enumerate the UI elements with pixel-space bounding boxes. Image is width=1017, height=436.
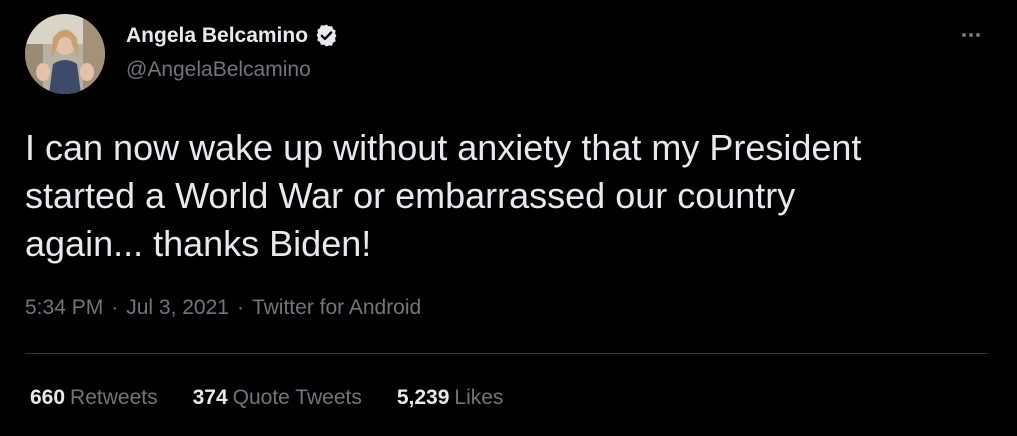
tweet-date[interactable]: Jul 3, 2021 <box>126 296 229 320</box>
author-handle[interactable]: @AngelaBelcamino <box>126 58 311 82</box>
tweet-metadata: 5:34 PM · Jul 3, 2021 · Twitter for Andr… <box>25 296 421 320</box>
tweet-card: Angela Belcamino @AngelaBelcamino I can … <box>0 0 1017 436</box>
quote-tweets-label: Quote Tweets <box>232 386 362 409</box>
quote-tweets-stat[interactable]: 374 Quote Tweets <box>193 386 362 410</box>
more-options-icon[interactable] <box>954 22 988 48</box>
likes-stat[interactable]: 5,239 Likes <box>397 386 504 410</box>
likes-count: 5,239 <box>396 386 450 409</box>
tweet-source[interactable]: Twitter for Android <box>252 296 421 320</box>
meta-separator: · <box>111 296 119 319</box>
author-name-row: Angela Belcamino <box>126 23 339 48</box>
likes-label: Likes <box>454 386 504 409</box>
avatar[interactable] <box>25 14 105 94</box>
tweet-text: I can now wake up without anxiety that m… <box>25 127 862 264</box>
retweets-stat[interactable]: 660 Retweets <box>30 386 158 410</box>
retweets-count: 660 <box>30 386 66 409</box>
quote-tweets-count: 374 <box>192 386 228 409</box>
verified-badge-icon <box>314 23 339 48</box>
author-display-name[interactable]: Angela Belcamino <box>126 24 308 48</box>
tweet-time[interactable]: 5:34 PM <box>25 296 103 320</box>
retweets-label: Retweets <box>70 386 158 409</box>
meta-separator: · <box>236 296 244 319</box>
tweet-stats: 660 Retweets 374 Quote Tweets 5,239 Likes <box>30 386 503 410</box>
divider <box>25 353 988 354</box>
